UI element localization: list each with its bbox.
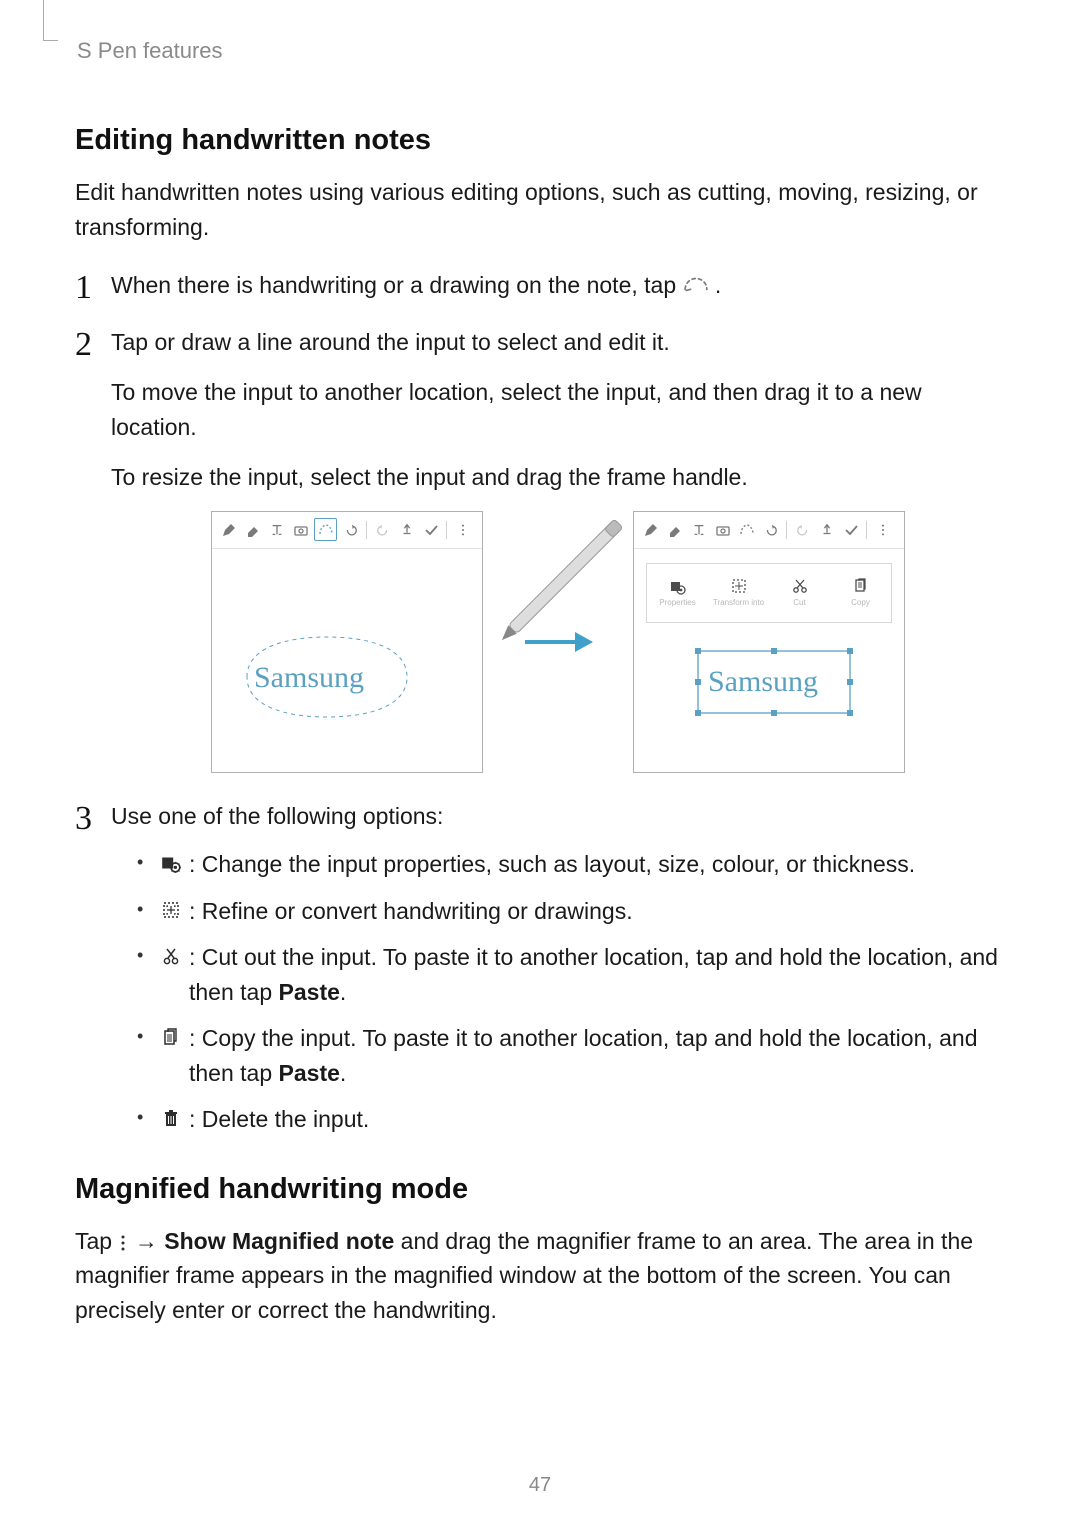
step-body: When there is handwriting or a drawing o…	[111, 268, 1005, 303]
step-body: Tap or draw a line around the input to s…	[111, 325, 1005, 773]
lasso-selection-illustration: Samsung	[242, 632, 412, 722]
step-3: 3 Use one of the following options: : Ch…	[75, 799, 1005, 1137]
mag-pre: Tap	[75, 1228, 118, 1254]
paste-keyword: Paste	[279, 979, 340, 1005]
selection-tool-icon	[736, 519, 757, 540]
properties-icon	[159, 851, 183, 875]
text-icon	[688, 519, 709, 540]
step-1-text: When there is handwriting or a drawing o…	[111, 268, 1005, 303]
copy-icon	[159, 1025, 183, 1049]
section-magnified: Magnified handwriting mode Tap → Show Ma…	[75, 1173, 1005, 1328]
section-heading-editing: Editing handwritten notes	[75, 124, 1005, 157]
selection-tool-icon	[683, 274, 709, 296]
toolbar-separator	[446, 521, 447, 539]
intro-paragraph: Edit handwritten notes using various edi…	[75, 175, 1005, 244]
option-text-tail: .	[340, 1060, 346, 1086]
option-text: : Change the input properties, such as l…	[189, 851, 915, 877]
option-list: : Change the input properties, such as l…	[111, 847, 1005, 1137]
note-toolbar	[212, 512, 482, 549]
toolbar-separator	[366, 521, 367, 539]
properties-label: Properties	[659, 597, 695, 609]
option-text: : Refine or convert handwriting or drawi…	[189, 898, 633, 924]
transform-icon	[730, 577, 748, 595]
main-content: Editing handwritten notes Edit handwritt…	[75, 124, 1005, 1327]
step-1-text-post: .	[715, 272, 721, 298]
list-item: : Refine or convert handwriting or drawi…	[137, 894, 1005, 929]
step-2-line-1: Tap or draw a line around the input to s…	[111, 325, 1005, 360]
option-text: : Delete the input.	[189, 1106, 369, 1132]
option-text-tail: .	[340, 979, 346, 1005]
confirm-icon	[420, 519, 441, 540]
copy-icon	[852, 577, 870, 595]
list-item: : Delete the input.	[137, 1102, 1005, 1137]
handwriting-sample: Samsung	[254, 661, 364, 694]
screenshot-panel-right: Properties Transform into Cut	[633, 511, 905, 773]
properties-icon	[669, 577, 687, 595]
eraser-icon	[242, 519, 263, 540]
screenshot-panel-left: Samsung	[211, 511, 483, 773]
mag-arrow: →	[128, 1228, 164, 1254]
attachment-icon	[396, 519, 417, 540]
selection-tool-icon	[314, 518, 337, 541]
attachment-icon	[816, 519, 837, 540]
step-1-text-pre: When there is handwriting or a drawing o…	[111, 272, 683, 298]
cut-label: Cut	[793, 597, 805, 609]
step-3-intro: Use one of the following options:	[111, 799, 1005, 834]
more-icon	[118, 1232, 128, 1254]
toolbar-separator	[866, 521, 867, 539]
redo-icon	[792, 519, 813, 540]
pen-tool-icon	[218, 519, 239, 540]
step-number: 1	[75, 262, 92, 313]
tab-handle-decor	[43, 0, 58, 41]
confirm-icon	[840, 519, 861, 540]
redo-icon	[372, 519, 393, 540]
document-page: S Pen features Editing handwritten notes…	[0, 0, 1080, 1527]
illustration-figure: Samsung	[111, 511, 1005, 773]
undo-icon	[760, 519, 781, 540]
text-icon	[266, 519, 287, 540]
step-2: 2 Tap or draw a line around the input to…	[75, 325, 1005, 773]
list-item: : Copy the input. To paste it to another…	[137, 1021, 1005, 1090]
breadcrumb: S Pen features	[77, 38, 1005, 64]
step-number: 2	[75, 319, 92, 370]
list-item: : Change the input properties, such as l…	[137, 847, 1005, 882]
transform-action: Transform into	[708, 564, 769, 622]
copy-action: Copy	[830, 564, 891, 622]
camera-icon	[290, 519, 311, 540]
properties-action: Properties	[647, 564, 708, 622]
undo-icon	[340, 519, 361, 540]
transform-icon	[159, 898, 183, 922]
paste-keyword: Paste	[279, 1060, 340, 1086]
section-heading-magnified: Magnified handwriting mode	[75, 1173, 1005, 1206]
copy-label: Copy	[851, 597, 870, 609]
more-icon	[452, 519, 473, 540]
toolbar-separator	[786, 521, 787, 539]
step-1: 1 When there is handwriting or a drawing…	[75, 268, 1005, 303]
show-magnified-note-label: Show Magnified note	[164, 1228, 394, 1254]
bounding-box-illustration: Samsung	[694, 647, 854, 717]
eraser-icon	[664, 519, 685, 540]
stylus-illustration	[472, 490, 652, 670]
delete-icon	[159, 1106, 183, 1130]
more-icon	[872, 519, 893, 540]
step-number: 3	[75, 793, 92, 844]
step-2-line-2: To move the input to another location, s…	[111, 375, 1005, 444]
instruction-steps: 1 When there is handwriting or a drawing…	[75, 268, 1005, 1137]
magnified-paragraph: Tap → Show Magnified note and drag the m…	[75, 1224, 1005, 1328]
list-item: : Cut out the input. To paste it to anot…	[137, 940, 1005, 1009]
camera-icon	[712, 519, 733, 540]
cut-icon	[791, 577, 809, 595]
transform-label: Transform into	[713, 597, 764, 609]
step-body: Use one of the following options: : Chan…	[111, 799, 1005, 1137]
selection-action-toolbar: Properties Transform into Cut	[646, 563, 892, 623]
page-number: 47	[0, 1474, 1080, 1497]
note-toolbar	[634, 512, 904, 549]
cut-action: Cut	[769, 564, 830, 622]
cut-icon	[159, 944, 183, 968]
handwriting-sample: Samsung	[708, 665, 818, 698]
